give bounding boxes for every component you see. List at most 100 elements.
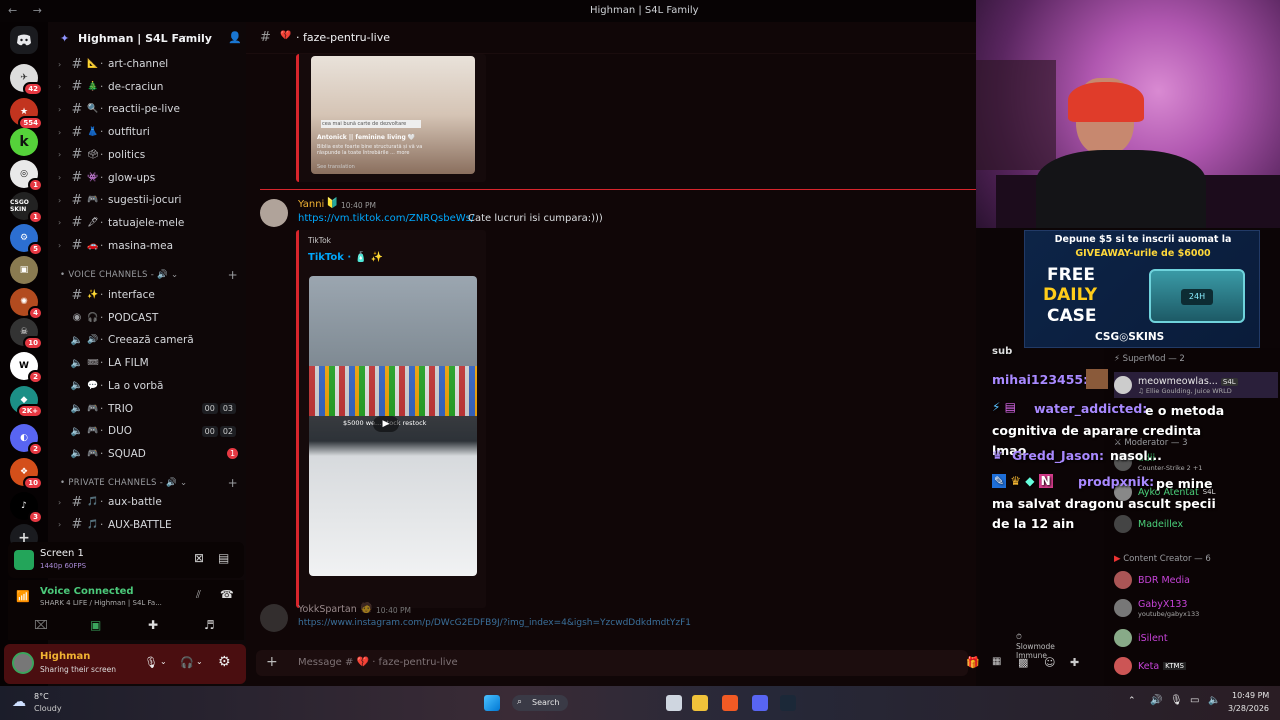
- weather-temp[interactable]: 8°C: [34, 692, 49, 701]
- server-icon-5[interactable]: ▣: [10, 256, 38, 284]
- channel-item[interactable]: › # 🖋 · tatuajele-mele: [58, 213, 238, 233]
- channel-item[interactable]: › # 🎮 · sugestii-jocuri: [58, 190, 238, 210]
- server-icon-tiktok[interactable]: ♪ 3: [10, 492, 43, 524]
- member-item[interactable]: BDR Media: [1114, 570, 1278, 590]
- microphone-icon[interactable]: 🎙: [144, 656, 158, 669]
- server-icon-7[interactable]: ☠ 10: [10, 318, 43, 350]
- settings-gear-icon[interactable]: ⚙: [218, 654, 231, 670]
- voice-category[interactable]: • VOICE CHANNELS - 🔊 ⌄ +: [60, 268, 238, 282]
- server-badge: 2: [28, 370, 43, 384]
- server-icon-3[interactable]: ◎ 1: [10, 160, 43, 192]
- brave-browser-icon[interactable]: [722, 695, 738, 711]
- noise-suppression-icon[interactable]: ⫽: [196, 588, 201, 602]
- share-screen-icon[interactable]: ▣: [90, 618, 101, 632]
- private-category[interactable]: • PRIVATE CHANNELS - 🔊 ⌄ +: [60, 476, 238, 490]
- apps-icon[interactable]: ✚: [1070, 656, 1079, 669]
- message-input[interactable]: Message # 💔 · faze-pentru-live: [298, 657, 458, 668]
- stream-settings-icon[interactable]: ▤: [218, 551, 229, 565]
- server-icon-csgoskin[interactable]: CSGO SKIN 1: [10, 192, 43, 224]
- sticker-icon[interactable]: ▩: [1018, 656, 1028, 669]
- embed-title[interactable]: TikTok · 🧴 ✨: [308, 252, 383, 263]
- speaker-icon[interactable]: 🔈: [1208, 695, 1220, 706]
- channel-item[interactable]: › # 🚗 · masina-mea: [58, 236, 238, 256]
- soundboard-icon[interactable]: ♬: [204, 618, 215, 632]
- embed-image[interactable]: cea mai bună carte de dezvoltare Antonic…: [311, 56, 475, 174]
- chevron-down-icon[interactable]: ⌄: [160, 657, 167, 666]
- channel-item[interactable]: 🔈 🎮 · SQUAD 1: [58, 444, 238, 464]
- emoji-icon[interactable]: ☺: [1044, 656, 1055, 669]
- avatar[interactable]: [12, 652, 34, 674]
- steam-icon[interactable]: [780, 695, 796, 711]
- clock-date[interactable]: 3/28/2026: [1228, 704, 1269, 713]
- channel-item[interactable]: 🔈 💬 · La o vorbă: [58, 376, 238, 396]
- server-icon-6[interactable]: ✺ 4: [10, 288, 43, 320]
- channel-item[interactable]: 🔈 🔊 · Creează cameră: [58, 330, 238, 350]
- channel-item[interactable]: › # 📐 · art-channel: [58, 54, 238, 74]
- message-link[interactable]: https://vm.tiktok.com/ZNRQsbeWs/: [298, 213, 474, 224]
- hash-icon: #: [71, 287, 83, 303]
- server-icon-w[interactable]: W2: [10, 352, 43, 384]
- clock-time[interactable]: 10:49 PM: [1232, 691, 1269, 700]
- server-icon-9[interactable]: ◐ 2: [10, 424, 43, 456]
- server-icon-8[interactable]: ◆ 2K+: [10, 386, 43, 418]
- embed-video[interactable]: $5000 we... stock restock ▶: [309, 276, 477, 576]
- add-channel-icon[interactable]: +: [228, 268, 238, 282]
- discord-home-icon[interactable]: [10, 26, 38, 54]
- discord-taskbar-icon[interactable]: [752, 695, 768, 711]
- channel-item[interactable]: 🔈 🎮 · TRIO 00 03: [58, 399, 238, 419]
- channel-item[interactable]: › # 🔍 · reactii-pe-live: [58, 99, 238, 119]
- window-title: Highman | S4L Family: [590, 5, 699, 16]
- message-composer[interactable]: + Message # 💔 · faze-pentru-live 🎁 ▦ ▩ ☺…: [256, 650, 1079, 676]
- member-item[interactable]: GabyX133 youtube/gabyx133: [1114, 598, 1278, 618]
- channel-item[interactable]: › # 🎵 · aux-battle: [58, 492, 238, 512]
- channel-item[interactable]: › # 🎄 · de-craciun: [58, 77, 238, 97]
- add-channel-icon[interactable]: +: [228, 476, 238, 490]
- gift-icon[interactable]: 🎁: [966, 656, 980, 669]
- server-icon-10[interactable]: ❖ 10: [10, 458, 43, 490]
- task-view-icon[interactable]: [666, 695, 682, 711]
- channel-item[interactable]: ◉ 🎧 · PODCAST: [58, 308, 238, 328]
- add-attachment-icon[interactable]: +: [266, 654, 278, 670]
- server-icon-kick[interactable]: k: [10, 128, 38, 156]
- channel-item[interactable]: # ✨ · interface: [58, 285, 238, 305]
- channel-item[interactable]: › # 👾 · glow-ups: [58, 168, 238, 188]
- volume-icon[interactable]: 🔊: [1150, 695, 1162, 706]
- member-item[interactable]: Keta KTMS: [1114, 656, 1278, 676]
- message-author[interactable]: YokkSpartan: [298, 604, 357, 615]
- weather-desc[interactable]: Cloudy: [34, 704, 62, 713]
- camera-off-icon[interactable]: ⌧: [34, 618, 48, 632]
- channel-item[interactable]: 🔈 🎟 · LA FILM: [58, 353, 238, 373]
- server-icon-4[interactable]: ⚙ 5: [10, 224, 43, 256]
- message-link[interactable]: https://www.instagram.com/p/DWcG2EDFB9J/…: [298, 618, 691, 628]
- start-icon[interactable]: [484, 695, 500, 711]
- play-icon[interactable]: ▶: [373, 416, 399, 432]
- chevron-down-icon[interactable]: ⌄: [196, 657, 203, 666]
- tray-chevron-icon[interactable]: ⌃: [1128, 696, 1136, 706]
- search-box[interactable]: ⌕ Search: [512, 695, 568, 711]
- server-icon-2[interactable]: ★ 554: [10, 98, 43, 130]
- member-item[interactable]: iSilent: [1114, 628, 1278, 648]
- member-info: GabyX133 youtube/gabyx133: [1138, 599, 1199, 618]
- voice-location[interactable]: SHARK 4 LIFE / Highman | S4L Fa...: [40, 599, 162, 607]
- file-explorer-icon[interactable]: [692, 695, 708, 711]
- message-author[interactable]: Yanni: [298, 199, 324, 210]
- channel-item[interactable]: › # 🎵 · AUX-BATTLE: [58, 515, 238, 535]
- server-header[interactable]: ✦ Highman | S4L Family ⌄ 👤: [48, 22, 246, 54]
- channel-item[interactable]: 🔈 🎮 · DUO 00 02: [58, 421, 238, 441]
- activities-icon[interactable]: ✚: [148, 618, 158, 632]
- embed-translate[interactable]: See translation: [317, 164, 355, 170]
- disconnect-icon[interactable]: ☎: [220, 588, 234, 601]
- add-member-icon[interactable]: 👤: [228, 31, 242, 44]
- channel-item[interactable]: › # 🗳 · politics: [58, 145, 238, 165]
- voice-icon: 🔈: [70, 425, 84, 437]
- gif-icon[interactable]: ▦: [992, 656, 1001, 667]
- nav-arrows[interactable]: ← →: [8, 4, 48, 17]
- server-icon-1[interactable]: ✈ 42: [10, 64, 43, 96]
- mic-tray-icon[interactable]: 🎙: [1170, 695, 1183, 706]
- stop-stream-icon[interactable]: ⊠: [194, 551, 204, 565]
- avatar[interactable]: [260, 604, 288, 632]
- network-icon[interactable]: ▭: [1190, 695, 1199, 706]
- channel-item[interactable]: › # 👗 · outfituri: [58, 122, 238, 142]
- avatar[interactable]: [260, 199, 288, 227]
- headphones-icon[interactable]: 🎧: [180, 656, 194, 669]
